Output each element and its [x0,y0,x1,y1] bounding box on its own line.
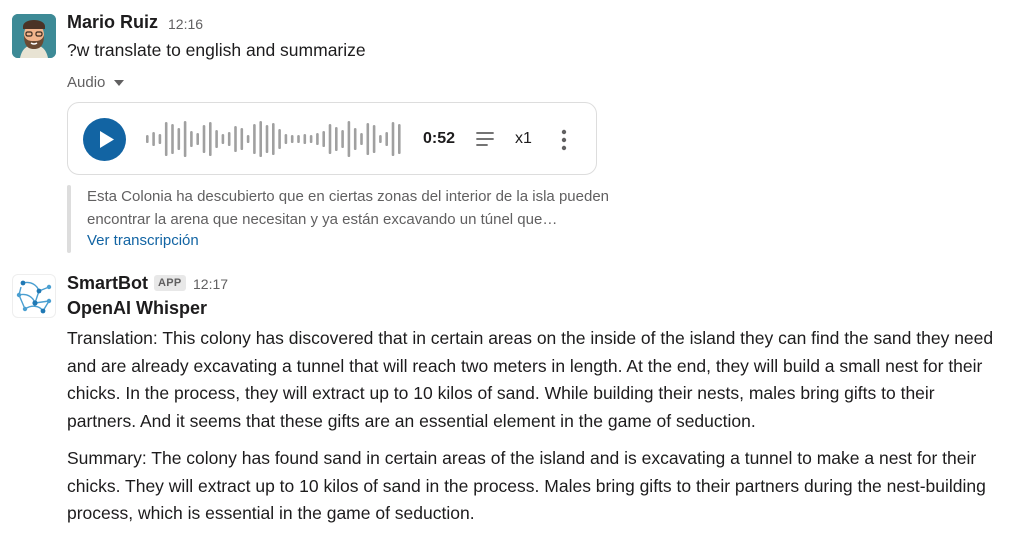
vertical-dots-icon [561,129,567,151]
waveform-bar [353,128,357,150]
bot-response-title: OpenAI Whisper [67,298,208,318]
audio-player: 0:52 x1 [67,102,597,175]
avatar-smartbot[interactable] [12,274,56,318]
waveform-bar [347,121,351,157]
waveform-bar [290,135,294,143]
playback-speed-button[interactable]: x1 [515,130,532,148]
app-badge: APP [154,275,186,291]
waveform-bar [158,134,162,144]
waveform-bar [297,135,300,143]
audio-collapse-toggle[interactable]: Audio [67,74,125,91]
network-brain-icon [16,280,52,314]
transcript-preview: Esta Colonia ha descubierto que en ciert… [87,188,609,228]
view-transcript-link[interactable]: Ver transcripción [87,232,199,249]
waveform-bar [183,121,187,157]
waveform-bar [328,124,332,154]
lines-icon [476,132,494,146]
waveform-bar [341,130,344,148]
waveform-bar [234,126,237,152]
waveform-bar [259,121,262,157]
summary-paragraph: Summary: The colony has found sand in ce… [67,448,986,523]
waveform-bar [209,122,212,156]
waveform-bar [391,122,395,156]
author-name[interactable]: Mario Ruiz [67,12,158,33]
waveform-bar [221,134,225,144]
waveform-bar [379,135,382,143]
avatar-mario-ruiz[interactable] [12,14,56,58]
waveform-bar [152,132,155,146]
waveform-bar [284,134,288,144]
message-timestamp[interactable]: 12:16 [168,16,203,32]
audio-toggle-label: Audio [67,74,106,91]
waveform-bar [385,132,388,146]
waveform-bar [202,125,206,153]
waveform-bar [190,131,193,147]
waveform-bar [335,127,338,151]
audio-duration: 0:52 [423,130,456,147]
waveform-bar [322,131,325,147]
waveform-bar [278,129,281,149]
waveform-bar [303,134,307,144]
waveform-bar [316,133,319,145]
waveform-bar [372,125,376,153]
more-actions-button[interactable] [556,127,572,153]
waveform-bar [146,135,149,143]
caret-down-icon [114,79,125,86]
waveform-bar [164,122,168,156]
transcript-button[interactable] [473,127,497,151]
message-text: ?w translate to english and summarize [67,40,366,60]
waveform-bar [240,128,244,150]
waveform-bar [272,123,275,155]
quote-bar [67,185,71,253]
person-avatar-icon [12,14,56,58]
waveform-bar [398,124,401,154]
waveform-bar [246,135,250,143]
waveform-bar [366,123,370,155]
waveform-bar [253,124,256,154]
waveform-bar [227,132,231,146]
play-button[interactable] [83,118,126,161]
waveform-bar [265,125,269,153]
waveform-bar [309,135,313,143]
waveform-bar [171,124,174,154]
waveform[interactable] [146,119,408,159]
waveform-bar [196,133,199,145]
translation-paragraph: Translation: This colony has discovered … [67,328,994,431]
waveform-bar [215,130,218,148]
play-icon [100,131,114,148]
author-name[interactable]: SmartBot [67,273,148,294]
message-timestamp[interactable]: 12:17 [193,276,228,292]
waveform-bar [360,133,363,145]
waveform-bar [177,128,181,150]
